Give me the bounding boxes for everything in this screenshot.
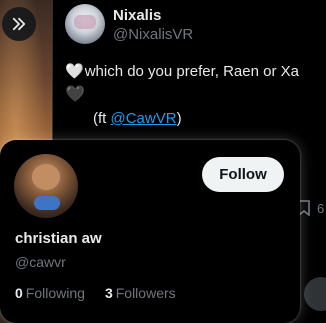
bookmark-action[interactable]: 6 [297,200,324,216]
following-link[interactable]: 0 Following [15,285,85,301]
profile-handle[interactable]: @cawvr [15,254,66,270]
followers-link[interactable]: 3 Followers [105,285,176,301]
tweet-text: 🤍which do you prefer, Raen or Xa [65,62,299,80]
tweet-text-main: which do you prefer, Raen or Xa [84,63,299,80]
tweet-credit: (ft @CawVR) [93,110,182,127]
credit-prefix: (ft [93,110,111,127]
followers-label: Followers [115,285,176,301]
expand-media-button[interactable] [2,7,36,41]
follow-button[interactable]: Follow [202,157,284,192]
mention-link[interactable]: @CawVR [111,110,177,127]
following-count: 0 [15,285,23,301]
profile-avatar[interactable] [14,154,78,218]
tweet-author-handle[interactable]: @NixalisVR [113,26,193,43]
profile-stats: 0 Following 3 Followers [15,285,176,301]
double-chevron-right-icon [12,17,26,31]
following-label: Following [25,285,85,301]
credit-suffix: ) [176,110,182,127]
profile-name[interactable]: christian aw [15,230,102,247]
followers-count: 3 [104,285,113,301]
profile-hover-card: Follow christian aw @cawvr 0 Following 3F… [0,140,300,323]
tweet-author-avatar[interactable] [65,4,105,44]
white-heart-emoji: 🤍 [65,63,84,80]
tweet-author-name[interactable]: Nixalis [113,7,161,24]
bookmark-count: 6 [317,200,325,216]
black-heart-emoji: 🖤 [65,86,85,103]
